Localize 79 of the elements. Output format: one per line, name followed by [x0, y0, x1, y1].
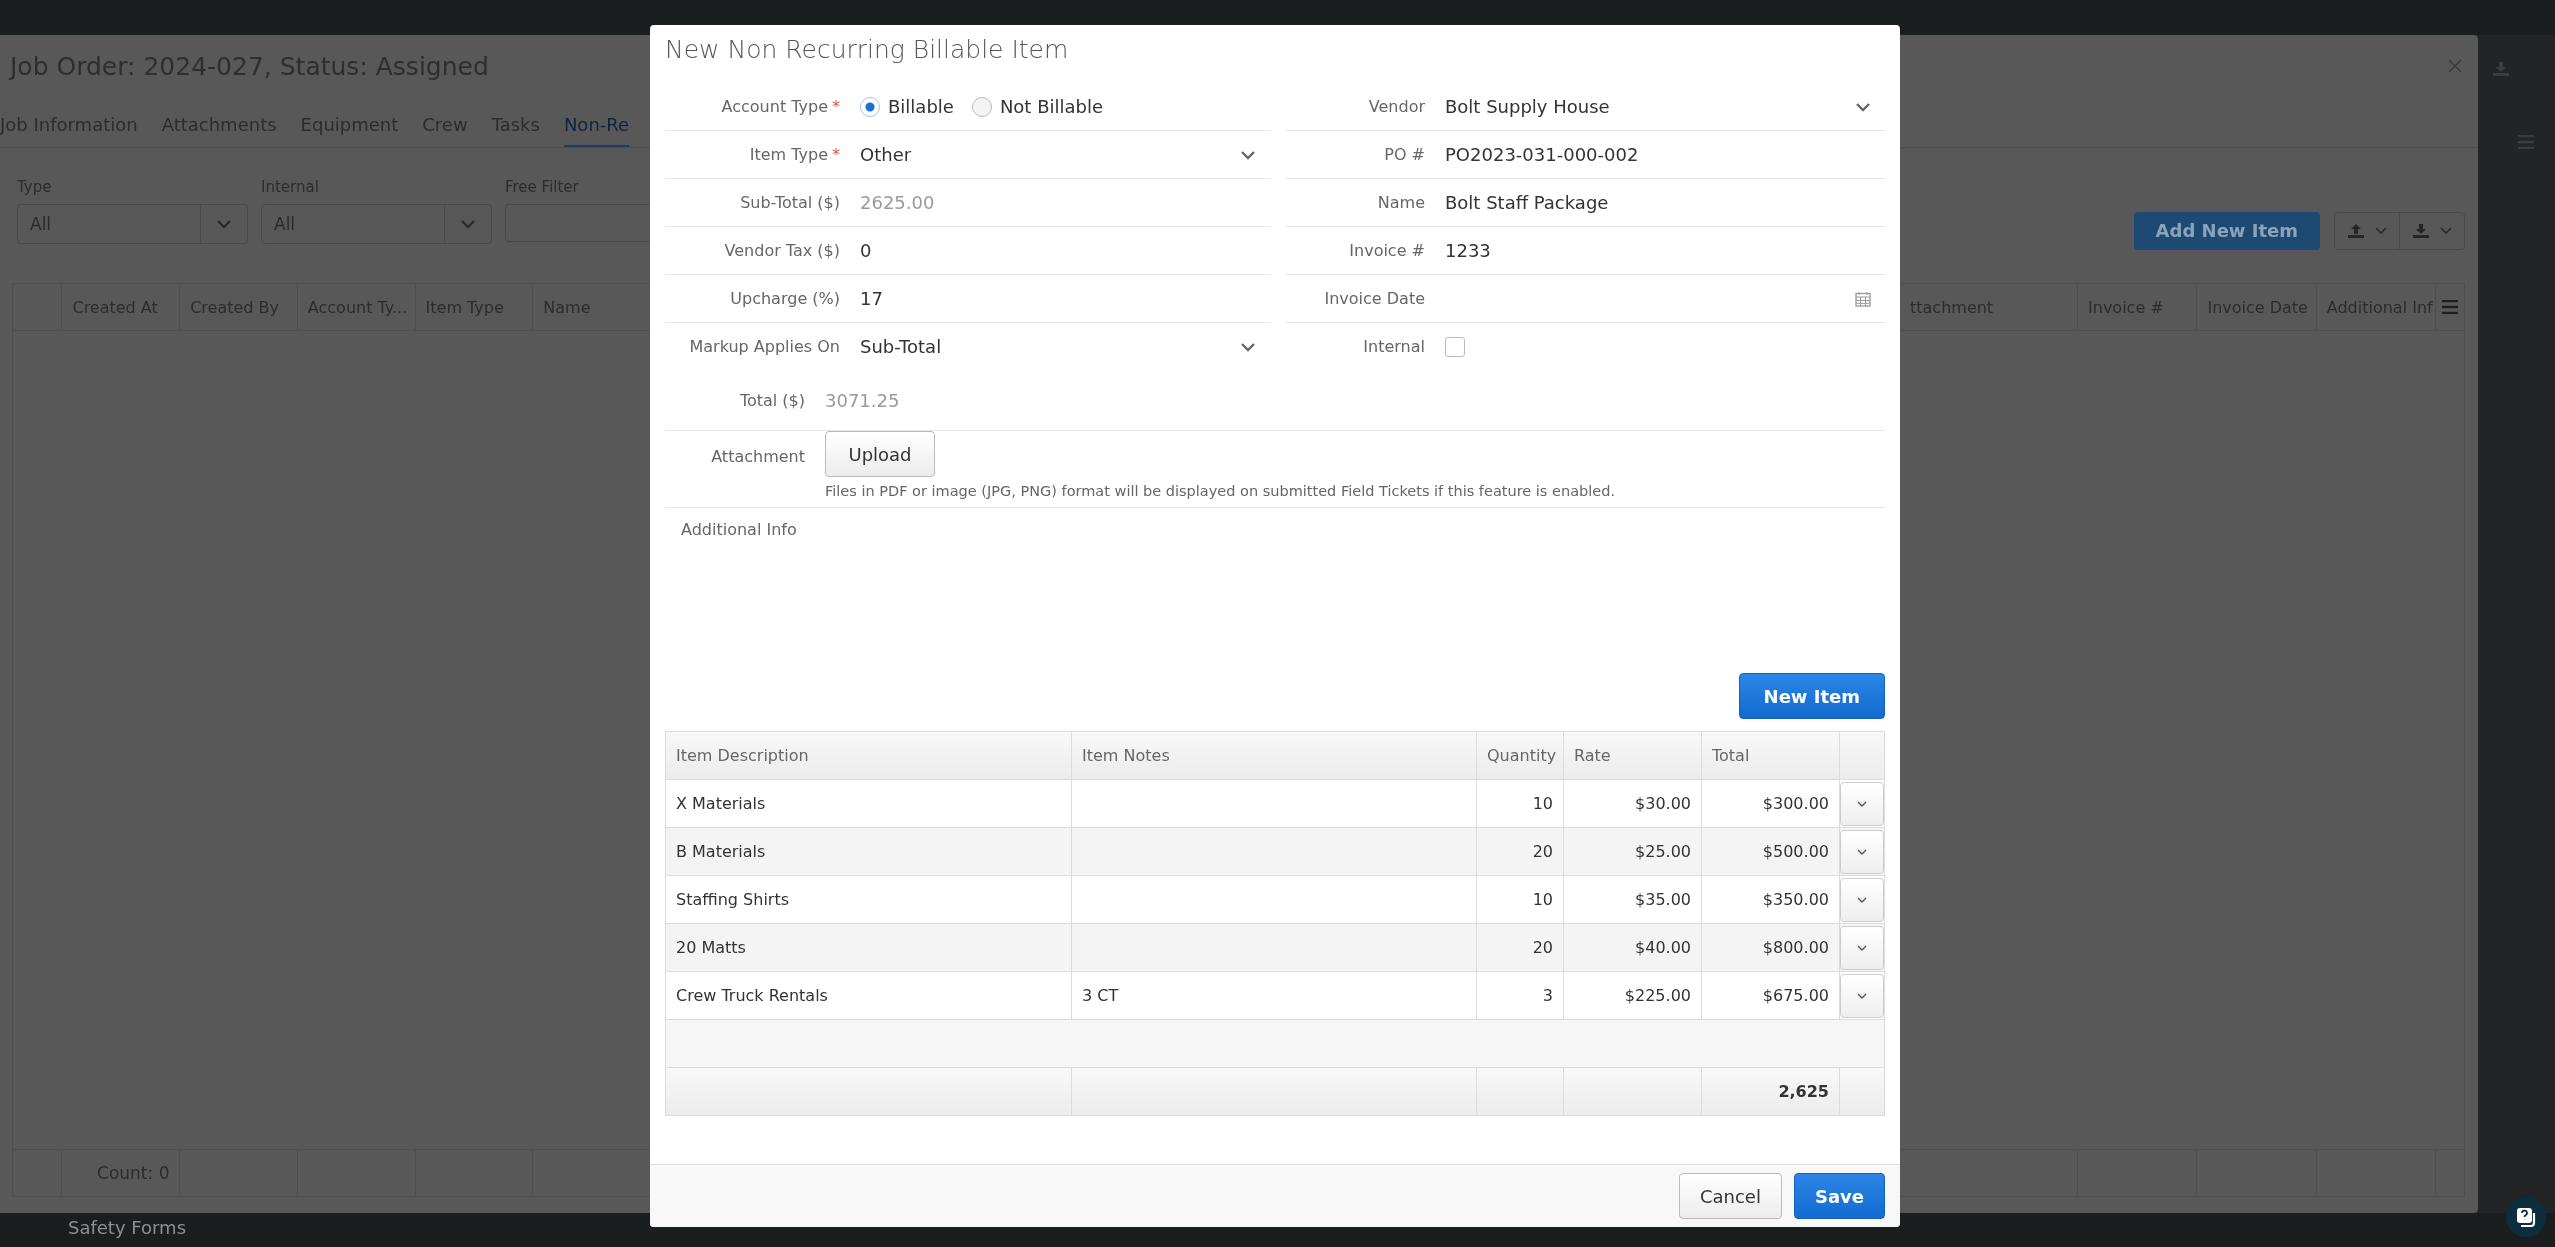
calendar-icon[interactable] — [1855, 290, 1871, 307]
table-cell-text: B Materials — [675, 841, 767, 863]
field-label: Upcharge (%) — [729, 289, 841, 308]
input-field[interactable]: PO2023-031-000-002 — [1445, 144, 1639, 165]
field-label: Total ($) — [738, 390, 806, 410]
dropdown[interactable]: Sub-Total — [860, 336, 1270, 357]
column-header[interactable]: Item Description — [666, 732, 1071, 779]
save-button[interactable]: Save — [1793, 1173, 1885, 1219]
table-cell-text: 20 Matts — [675, 937, 747, 959]
column-header[interactable]: Total — [1701, 732, 1839, 779]
row-menu-button[interactable] — [1840, 925, 1884, 970]
input-field[interactable]: 0 — [860, 240, 872, 261]
table-cell-text: X Materials — [675, 793, 767, 815]
table-total: 2,625 — [1701, 1068, 1839, 1115]
readonly-value: 2625.00 — [860, 192, 935, 213]
caret-icon — [2375, 226, 2387, 235]
field-label: Sub-Total ($) — [739, 193, 841, 212]
cancel-button[interactable]: Cancel — [1678, 1173, 1782, 1219]
caret-icon — [1857, 848, 1867, 855]
caret-icon — [2440, 226, 2452, 235]
field-label: Internal — [1362, 337, 1426, 356]
input-field[interactable]: 17 — [860, 288, 883, 309]
table-cell: $500.00 — [1701, 828, 1839, 875]
column-header[interactable]: Rate — [1563, 732, 1701, 779]
field-label: Item Type * — [748, 145, 841, 164]
field-label: Attachment — [710, 446, 806, 468]
input-field[interactable]: Bolt Staff Package — [1445, 192, 1609, 213]
chevron-down-icon — [1240, 149, 1256, 160]
dropdown[interactable]: Other — [860, 144, 1270, 165]
column-header[interactable]: Quantity — [1476, 732, 1563, 779]
download-icon — [2412, 222, 2430, 239]
add-new-item-button[interactable]: Add New Item — [2133, 211, 2320, 250]
menu-icon[interactable] — [2518, 135, 2534, 149]
help-icon — [2514, 1205, 2538, 1229]
table-cell: $40.00 — [1563, 924, 1701, 971]
field-label: Invoice Date — [1323, 289, 1426, 308]
chevron-down-icon — [460, 219, 476, 229]
row-menu-button[interactable] — [1840, 877, 1884, 922]
upload-button[interactable]: Upload — [825, 431, 935, 477]
chevron-down-icon — [1240, 341, 1256, 352]
row-menu-button[interactable] — [1840, 829, 1884, 874]
radio-option[interactable]: Billable — [860, 96, 954, 117]
field-label: Invoice # — [1348, 241, 1426, 260]
checkbox[interactable] — [1445, 336, 1465, 357]
field-label: Vendor Tax ($) — [723, 241, 841, 260]
input-field[interactable]: 1233 — [1445, 240, 1491, 261]
table-cell-text: Staffing Shirts — [675, 889, 790, 911]
table-cell-text: Crew Truck Rentals — [675, 985, 829, 1007]
table-cell: 20 — [1476, 924, 1563, 971]
chevron-down-icon — [216, 219, 232, 229]
caret-icon — [1857, 944, 1867, 951]
caret-icon — [1857, 800, 1867, 807]
new-item-button[interactable]: New Item — [1738, 673, 1885, 719]
row-menu-button[interactable] — [1840, 781, 1884, 826]
row-menu-button[interactable] — [1840, 973, 1884, 1018]
help-button[interactable] — [2506, 1197, 2546, 1237]
close-icon[interactable] — [2448, 59, 2462, 73]
table-cell: $800.00 — [1701, 924, 1839, 971]
field-label: Account Type * — [720, 97, 841, 116]
upload-icon — [2347, 222, 2365, 239]
field-label: PO # — [1383, 145, 1426, 164]
readonly-value: 3071.25 — [825, 389, 900, 411]
chevron-down-icon — [1855, 101, 1871, 112]
table-cell: 20 — [1476, 828, 1563, 875]
radio-option[interactable]: Not Billable — [971, 96, 1104, 117]
sidebar-item[interactable]: Safety Forms — [68, 1217, 187, 1238]
field-label: Additional Info — [680, 520, 797, 539]
field-label: Vendor — [1367, 97, 1426, 116]
field-label: Markup Applies On — [688, 337, 841, 356]
menu-icon[interactable] — [2442, 300, 2459, 314]
caret-icon — [1857, 896, 1867, 903]
column-header[interactable]: Item Notes — [1071, 732, 1476, 779]
caret-icon — [1857, 992, 1867, 999]
download-icon[interactable] — [2492, 61, 2510, 77]
dropdown[interactable]: Bolt Supply House — [1445, 96, 1885, 117]
dialog-title: New Non Recurring Billable Item — [664, 34, 1070, 66]
table-cell: $25.00 — [1563, 828, 1701, 875]
help-text: Files in PDF or image (JPG, PNG) format will be displayed on submitted Field Tickets if this feature is enabled. — [825, 483, 1615, 499]
field-label: Name — [1376, 193, 1426, 212]
